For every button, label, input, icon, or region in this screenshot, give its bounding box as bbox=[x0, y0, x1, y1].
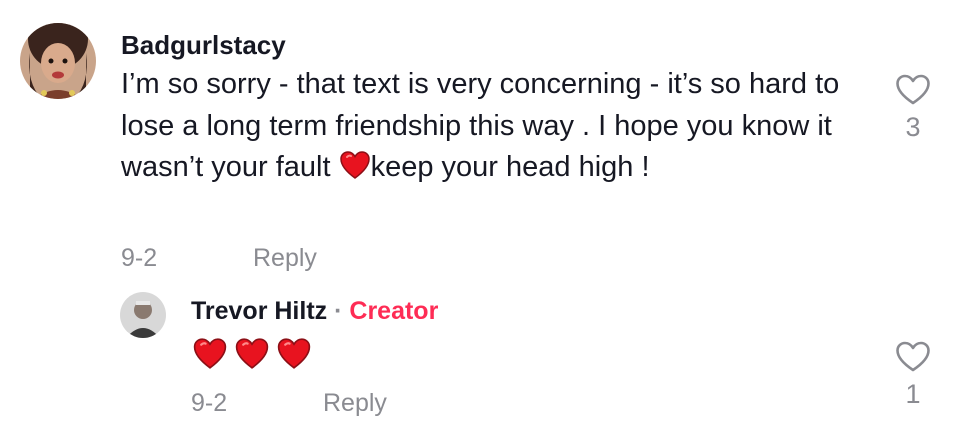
reply-username-line: Trevor Hiltz · Creator bbox=[191, 297, 438, 326]
comment-like-button[interactable]: 3 bbox=[889, 74, 937, 143]
reply-reply-button[interactable]: Reply bbox=[323, 389, 387, 418]
creator-badge: Creator bbox=[349, 297, 439, 325]
reply-date: 9-2 bbox=[191, 389, 228, 417]
heart-emoji bbox=[192, 337, 228, 375]
reply-username[interactable]: Trevor Hiltz bbox=[191, 297, 327, 325]
separator-dot: · bbox=[334, 297, 343, 325]
commenter-username[interactable]: Badgurlstacy bbox=[121, 30, 286, 61]
reply-text bbox=[192, 337, 312, 371]
comment-text: I’m so sorry - that text is very concern… bbox=[121, 64, 881, 193]
heart-outline-icon bbox=[889, 341, 937, 373]
reply-like-count: 1 bbox=[905, 379, 921, 409]
reply-button[interactable]: Reply bbox=[253, 244, 317, 273]
comment-text-part: keep your head high ! bbox=[370, 151, 650, 183]
heart-outline-icon bbox=[889, 74, 937, 106]
reply-avatar[interactable] bbox=[120, 292, 166, 338]
heart-emoji bbox=[276, 337, 312, 375]
comment-date: 9-2 bbox=[121, 244, 158, 272]
heart-emoji bbox=[339, 150, 371, 193]
commenter-avatar[interactable] bbox=[20, 23, 96, 99]
heart-emoji bbox=[234, 337, 270, 375]
reply-like-button[interactable]: 1 bbox=[889, 341, 937, 410]
comment-like-count: 3 bbox=[905, 112, 921, 142]
